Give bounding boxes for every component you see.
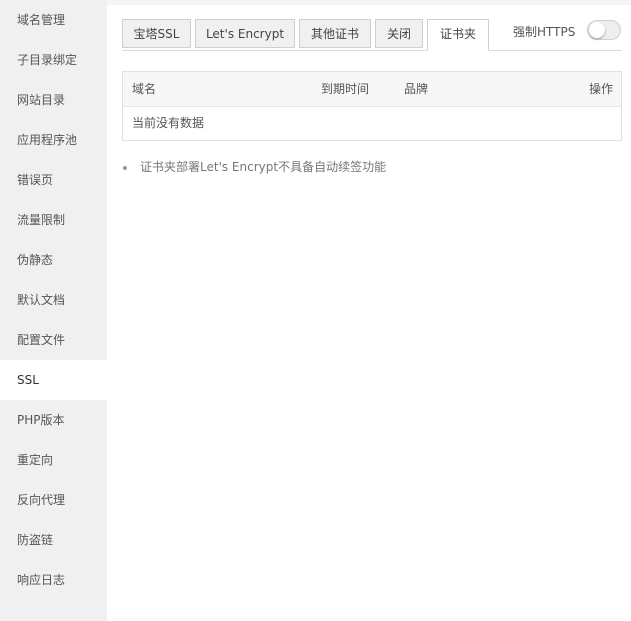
- column-header-domain: 域名: [132, 82, 157, 96]
- sidebar-item-response-log[interactable]: 响应日志: [0, 560, 107, 600]
- sidebar-item-hotlink-protection[interactable]: 防盗链: [0, 520, 107, 560]
- tab-close[interactable]: 关闭: [375, 19, 423, 48]
- help-note-text: 证书夹部署Let's Encrypt不具备自动续签功能: [140, 160, 387, 174]
- sidebar-item-ssl[interactable]: SSL: [0, 360, 107, 400]
- ssl-panel: 宝塔SSL Let's Encrypt 其他证书 关闭 证书夹 强制HTTPS …: [122, 18, 622, 174]
- sidebar-item-error-page[interactable]: 错误页: [0, 160, 107, 200]
- ssl-tabs: 宝塔SSL Let's Encrypt 其他证书 关闭 证书夹 强制HTTPS: [122, 18, 622, 51]
- sidebar-item-domain-management[interactable]: 域名管理: [0, 0, 107, 40]
- sidebar-item-site-directory[interactable]: 网站目录: [0, 80, 107, 120]
- tab-baota-ssl[interactable]: 宝塔SSL: [122, 19, 191, 48]
- sidebar-item-app-pool[interactable]: 应用程序池: [0, 120, 107, 160]
- sidebar-item-default-doc[interactable]: 默认文档: [0, 280, 107, 320]
- column-header-actions: 操作: [588, 82, 613, 96]
- tab-divider: [122, 50, 622, 51]
- sidebar-item-rewrite[interactable]: 伪静态: [0, 240, 107, 280]
- sidebar-item-config-file[interactable]: 配置文件: [0, 320, 107, 360]
- tab-lets-encrypt[interactable]: Let's Encrypt: [195, 19, 295, 48]
- cert-table: 域名 到期时间 品牌 操作 当前没有数据: [122, 71, 622, 141]
- table-header: 域名 到期时间 品牌 操作: [123, 72, 621, 107]
- sidebar-item-subdirectory-binding[interactable]: 子目录绑定: [0, 40, 107, 80]
- sidebar-item-traffic-limit[interactable]: 流量限制: [0, 200, 107, 240]
- tab-other-cert[interactable]: 其他证书: [299, 19, 371, 48]
- sidebar-item-reverse-proxy[interactable]: 反向代理: [0, 480, 107, 520]
- toggle-knob: [589, 22, 605, 38]
- bullet-icon: [123, 165, 127, 170]
- help-note: 证书夹部署Let's Encrypt不具备自动续签功能: [122, 158, 386, 175]
- force-https-toggle[interactable]: [587, 20, 621, 40]
- sidebar: 域名管理 子目录绑定 网站目录 应用程序池 错误页 流量限制 伪静态 默认文档 …: [0, 0, 107, 621]
- sidebar-item-redirect[interactable]: 重定向: [0, 440, 107, 480]
- table-body: 当前没有数据: [123, 107, 621, 140]
- top-strip: [107, 0, 631, 5]
- sidebar-item-php-version[interactable]: PHP版本: [0, 400, 107, 440]
- force-https-label: 强制HTTPS: [513, 25, 576, 39]
- column-header-brand: 品牌: [404, 82, 429, 96]
- empty-state-text: 当前没有数据: [132, 116, 205, 130]
- tab-cert-folder[interactable]: 证书夹: [427, 19, 489, 51]
- column-header-expiry: 到期时间: [321, 82, 370, 96]
